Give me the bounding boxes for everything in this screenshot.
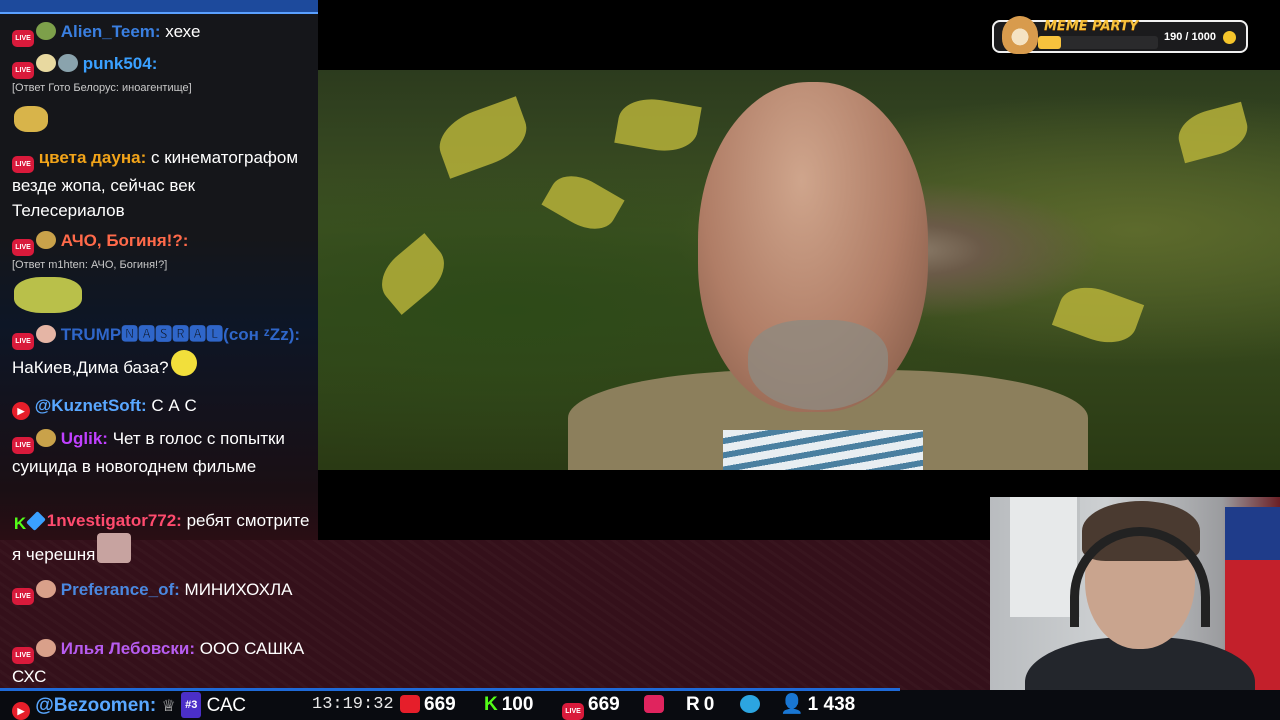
emote-icon [170,350,197,376]
chat-message: LIVE Uglik: Чет в голос с попытки суицид… [12,426,312,479]
kick-viewers: K 100 [484,692,533,718]
chat-message: LIVE Илья Лебовски: ООО САШКА СХС [12,636,312,689]
emote-icon [36,22,56,40]
emote-icon [97,533,132,563]
chat-nick: 1nvestigator772: [46,511,182,530]
chat-nick: Alien_Teem: [60,22,161,41]
crown-icon: ♕ [161,698,176,715]
youtube-icon: ▶ [12,402,30,420]
chat-nick: TRUMP🅽🅰🆂🆁🅰🅻(сон ᶻZz): [60,325,301,344]
sticker-emote [14,106,48,132]
leaf-shape [1051,277,1145,353]
chat-message: K 1nvestigator772: ребят смотрите я чере… [12,508,312,567]
leaf-shape [431,96,535,179]
chat-message: LIVE цвета дауна: с кинематографом везде… [12,145,312,223]
meme-count: 190 / 1000 [1164,31,1216,43]
last-message-text: САС [206,695,246,716]
person-beard [748,320,888,410]
chat-text: НаКиев,Дима база? [12,358,169,377]
live-badge-icon: LIVE [12,156,34,173]
reply-quote: [Ответ m1hten: АЧО, Богиня!?] [12,259,168,271]
chat-text: хехе [165,22,201,41]
emote-icon [36,231,56,249]
chat-text: МИНИХОХЛА [184,580,293,599]
leaf-shape [614,93,702,157]
emote-icon [36,639,56,657]
kick-icon: K [484,694,498,715]
bottom-accent-line [0,688,900,691]
chat-top-strip [0,0,318,14]
chat-panel: LIVE Alien_Teem: хехе LIVE punk504: [Отв… [0,0,318,690]
emote-icon [36,429,56,447]
chat-message: LIVE TRUMP🅽🅰🆂🆁🅰🅻(сон ᶻZz): НаКиев,Дима б… [12,322,312,380]
total-viewers-count: 1 438 [807,694,856,715]
sword-icon [26,511,46,531]
coin-icon [1223,31,1236,44]
leaf-shape [370,233,456,315]
beer-emote-icon [36,54,56,72]
chat-nick: punk504: [82,54,158,73]
chat-message: LIVE Alien_Teem: хехе [12,19,312,47]
live-badge-icon: LIVE [12,30,34,47]
youtube-viewers-count: 669 [424,694,456,715]
live-badge-icon: LIVE [12,333,34,350]
youtube-icon [400,695,420,713]
chat-nick: Preferance_of: [60,580,180,599]
live-badge-icon: LIVE [12,588,34,605]
live-badge-icon: LIVE [12,239,34,256]
stream-time: 13:19:32 [312,695,394,714]
chat-message: LIVE АЧО, Богиня!?: [12,228,312,256]
leaf-shape [1173,101,1253,164]
person-striped-shirt [723,430,923,470]
total-viewers: 👤 1 438 [780,692,855,718]
live-viewers: LIVE 669 [562,692,620,720]
rutube-viewers: R0 [686,692,714,718]
sticker-emote [14,277,82,313]
chat-message: LIVE punk504: [12,51,312,79]
meme-progress-bar [1038,36,1158,49]
meme-party-title: MEME PARTY [1044,19,1139,34]
telegram [740,692,764,718]
rank-badge: #3 [181,692,202,718]
chat-nick: цвета дауна: [38,148,147,167]
live-badge-icon: LIVE [12,647,34,664]
webcam-feed [990,497,1280,720]
reply-quote: [Ответ Гото Белорус: иноагентище] [12,82,192,94]
rutube-icon: R [686,694,700,715]
chat-nick: АЧО, Богиня!?: [60,231,189,250]
chat-nick: Uglik: [60,429,108,448]
kick-icon: K [13,514,27,533]
chat-text: С А С [151,396,197,415]
emote-icon [58,54,78,72]
last-message: ▶ @Bezoomen: ♕ #3 САС [12,692,246,720]
play-icon [644,695,664,713]
live-badge-icon: LIVE [12,437,34,454]
meme-party-widget: MEME PARTY 190 / 1000 [992,16,1248,54]
live-badge-icon: LIVE [562,703,584,720]
user-icon: 👤 [780,694,804,715]
leaf-shape [541,165,625,240]
telegram-icon [740,695,760,713]
youtube-viewers: 669 [400,692,456,718]
doge-icon [1002,16,1038,54]
live-viewers-count: 669 [588,694,620,715]
chat-nick: Илья Лебовски: [60,639,195,658]
last-message-nick: @Bezoomen: [35,695,157,716]
emote-icon [36,580,56,598]
video-frame-image [318,70,1280,470]
kick-viewers-count: 100 [501,694,534,715]
live-badge-icon: LIVE [12,62,34,79]
chat-message: ▶ @KuznetSoft: С А С [12,393,312,420]
chat-message: LIVE Preferance_of: МИНИХОХЛА [12,577,312,605]
meme-progress-fill [1038,36,1061,49]
other-platform [644,692,668,718]
chat-nick: @KuznetSoft: [34,396,147,415]
emote-icon [36,325,56,343]
youtube-icon: ▶ [12,702,30,720]
rutube-viewers-count: 0 [703,694,715,715]
